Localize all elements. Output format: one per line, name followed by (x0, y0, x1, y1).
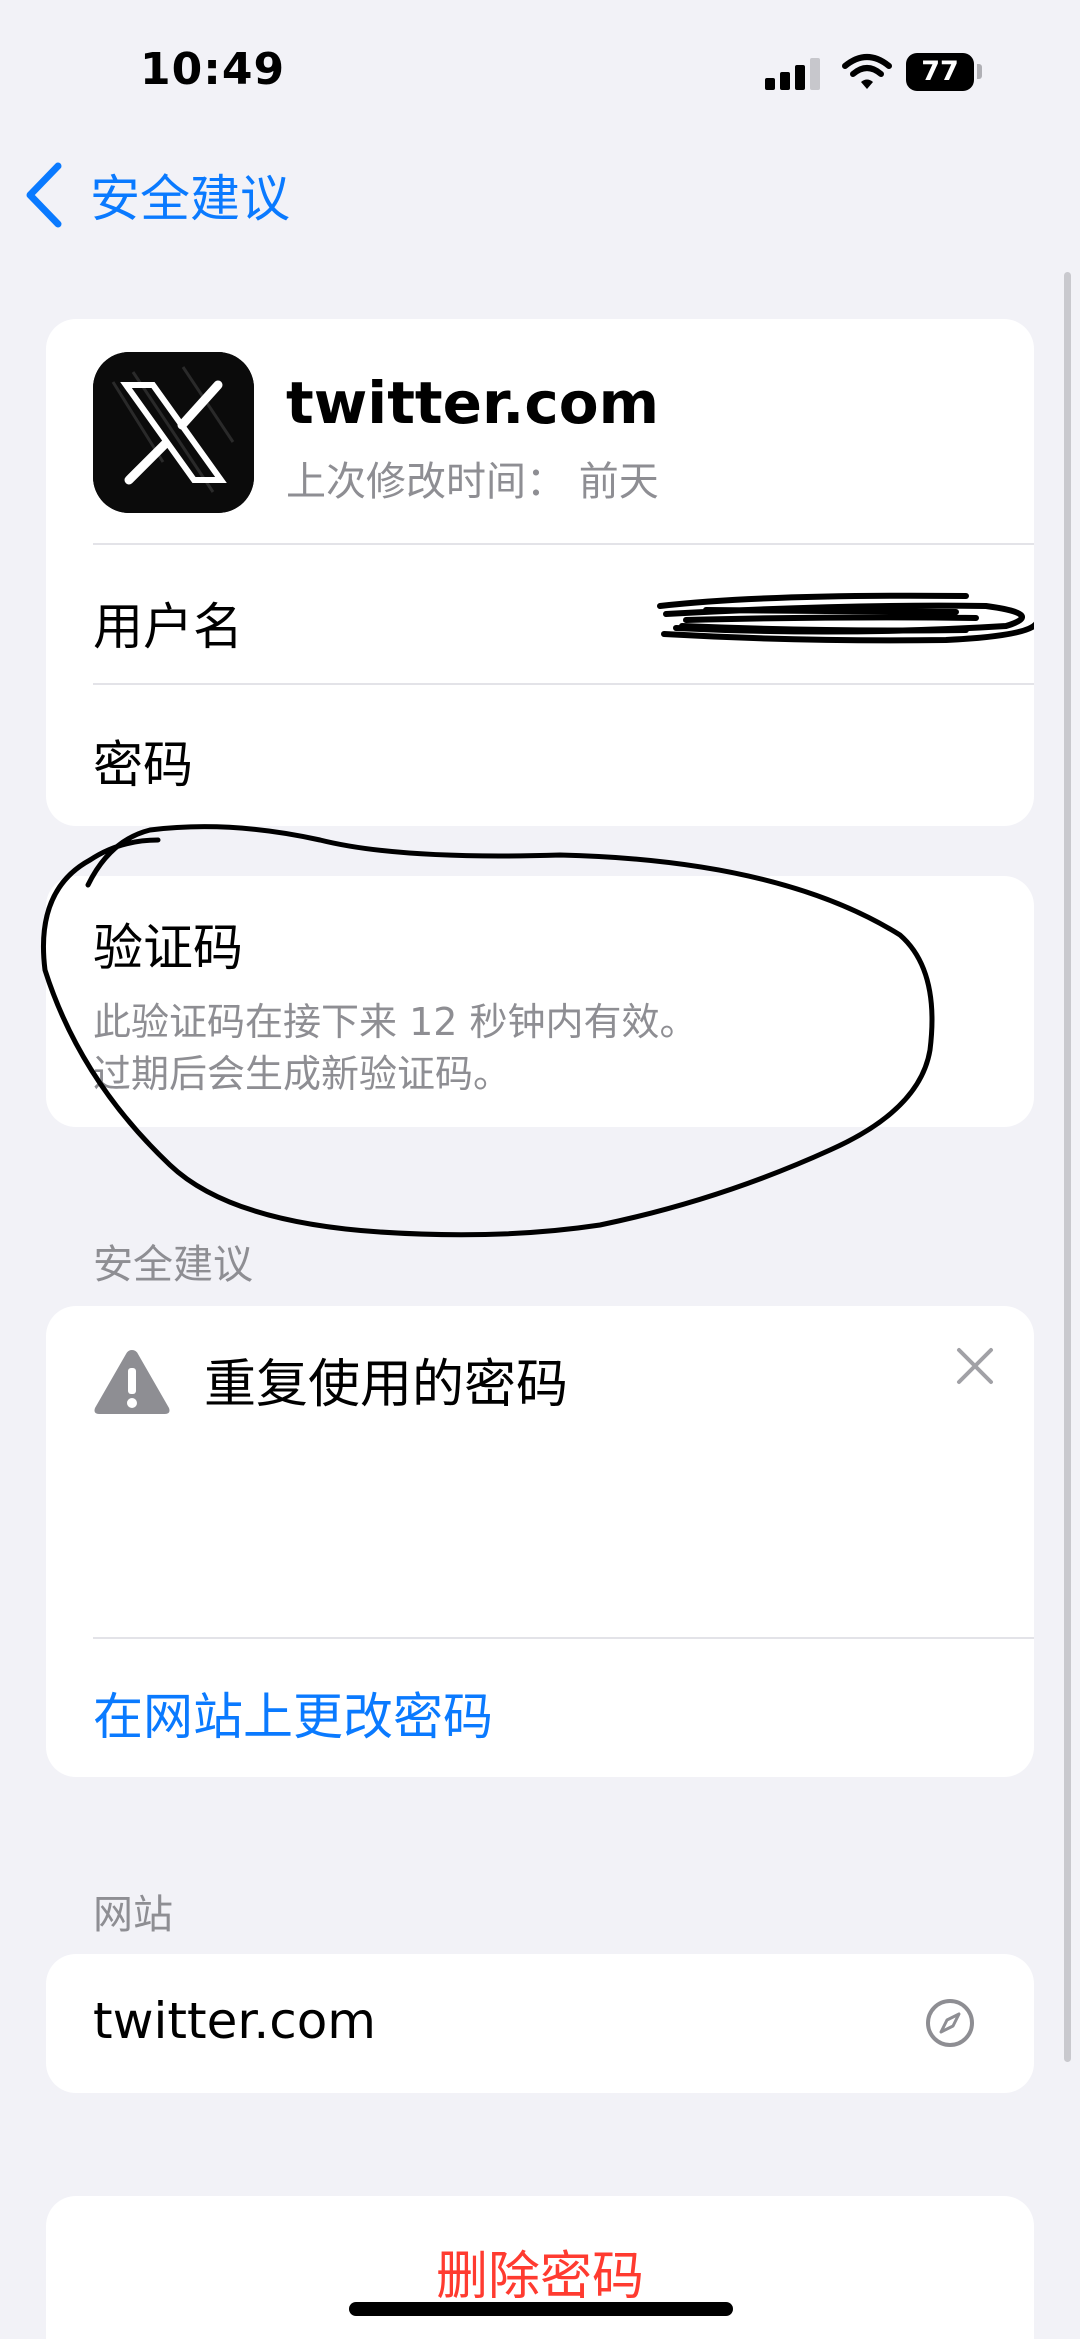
scrollbar[interactable] (1064, 272, 1071, 2062)
site-title: twitter.com (286, 369, 660, 437)
website-card[interactable]: twitter.com (46, 1954, 1034, 2093)
battery-cap (977, 64, 982, 79)
wifi-icon (842, 54, 892, 89)
password-row[interactable]: 密码 (46, 685, 1034, 826)
cellular-signal-icon (765, 58, 821, 90)
change-password-link: 在网站上更改密码 (93, 1688, 493, 1746)
verification-line-2: 过期后会生成新验证码。 (93, 1052, 512, 1096)
website-section-header: 网站 (93, 1892, 173, 1938)
password-label: 密码 (93, 736, 193, 794)
close-icon[interactable] (953, 1344, 997, 1388)
compass-safari-icon[interactable] (924, 1997, 976, 2049)
delete-password-button[interactable]: 删除密码 (46, 2196, 1034, 2339)
website-url: twitter.com (93, 1992, 377, 2050)
verification-card[interactable]: 验证码 此验证码在接下来 12 秒钟内有效。 过期后会生成新验证码。 (46, 876, 1034, 1127)
verification-line-1: 此验证码在接下来 12 秒钟内有效。 (93, 1000, 698, 1044)
back-button-label: 安全建议 (90, 170, 290, 228)
x-logo-icon (93, 352, 254, 513)
home-indicator[interactable] (349, 2302, 733, 2316)
battery-icon: 77 (906, 53, 974, 91)
warning-triangle-icon (94, 1350, 170, 1414)
last-modified: 上次修改时间： 前天 (286, 459, 659, 505)
redaction-scribble (657, 592, 1034, 644)
security-section-header: 安全建议 (93, 1242, 253, 1288)
warning-title: 重复使用的密码 (204, 1355, 569, 1415)
username-label: 用户名 (93, 598, 243, 656)
back-button[interactable]: 安全建议 (22, 158, 290, 232)
chevron-left-icon (26, 162, 62, 228)
security-card: 重复使用的密码 在网站上更改密码 (46, 1306, 1034, 1777)
change-password-row[interactable]: 在网站上更改密码 (46, 1639, 1034, 1777)
verification-title: 验证码 (93, 919, 243, 977)
status-time: 10:49 (140, 44, 286, 95)
delete-password-label: 删除密码 (435, 2247, 644, 2307)
account-card: twitter.com 上次修改时间： 前天 用户名 密码 (46, 319, 1034, 826)
screen: 10:49 77 安全建议 twitter.com 上次修改时间： 前天 用户名… (0, 0, 1080, 2339)
